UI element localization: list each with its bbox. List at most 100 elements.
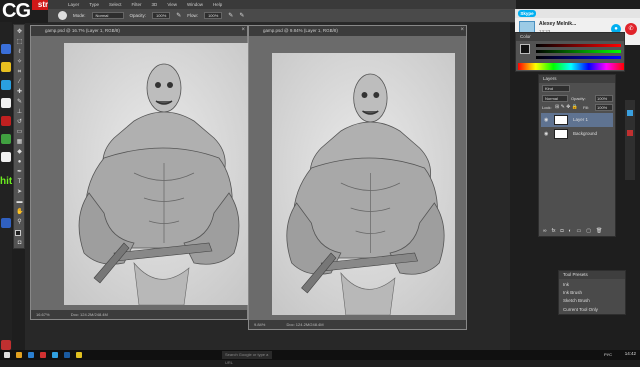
- dock-icon[interactable]: [627, 130, 633, 136]
- airbrush-icon[interactable]: ✎: [228, 12, 233, 19]
- document-2-info[interactable]: Doc: 124.2M/248.4M: [286, 322, 323, 327]
- healing-tool-icon[interactable]: ✚: [16, 89, 23, 96]
- mask-icon[interactable]: ◘: [560, 228, 563, 234]
- document-2-canvas[interactable]: [272, 53, 455, 315]
- stamp-tool-icon[interactable]: ⊥: [16, 109, 23, 116]
- layer-row[interactable]: ◉ Layer 1: [541, 113, 613, 127]
- menu-select[interactable]: Select: [109, 2, 122, 7]
- layer-row[interactable]: ◉ Background: [541, 127, 613, 141]
- language-indicator[interactable]: РУС: [604, 352, 612, 357]
- dodge-tool-icon[interactable]: ●: [16, 159, 23, 166]
- lasso-tool-icon[interactable]: ℓ: [16, 49, 23, 56]
- desktop-app-icon[interactable]: [1, 116, 11, 126]
- zoom-tool-icon[interactable]: ⚲: [16, 219, 23, 226]
- eraser-tool-icon[interactable]: ▭: [16, 129, 23, 136]
- document-window-2[interactable]: gamp.psd @ 9.84% (Layer 1, RGB/8) × 9.84…: [248, 25, 467, 330]
- quick-mask-icon[interactable]: ◘: [16, 240, 23, 247]
- taskbar-app-icon[interactable]: [52, 352, 58, 358]
- menu-view[interactable]: View: [167, 2, 177, 7]
- desktop-document-icon[interactable]: [1, 152, 11, 162]
- link-layers-icon[interactable]: ∞: [543, 228, 547, 234]
- color-panel-tab[interactable]: Color: [516, 33, 624, 41]
- document-window-1[interactable]: gamp.psd @ 16.7% (Layer 1, RGB/8) × 16.6…: [30, 25, 250, 320]
- blend-mode-select[interactable]: Normal: [542, 95, 568, 102]
- close-icon[interactable]: ×: [241, 27, 245, 33]
- pressure-opacity-icon[interactable]: ✎: [176, 12, 181, 19]
- document-1-info[interactable]: Doc: 124.2M/248.4M: [71, 312, 108, 317]
- trash-icon[interactable]: 🗑: [596, 228, 602, 234]
- menu-type[interactable]: Type: [89, 2, 99, 7]
- eyedropper-tool-icon[interactable]: ⁄: [16, 79, 23, 86]
- document-2-title[interactable]: gamp.psd @ 9.84% (Layer 1, RGB/8): [249, 26, 466, 36]
- preset-item[interactable]: Ink: [563, 282, 569, 287]
- blur-tool-icon[interactable]: ◆: [16, 149, 23, 156]
- start-icon[interactable]: [4, 352, 10, 358]
- taskbar-app-icon[interactable]: [64, 352, 70, 358]
- visibility-eye-icon[interactable]: ◉: [544, 113, 548, 127]
- fill-input[interactable]: 100%: [595, 104, 613, 111]
- blue-slider[interactable]: [536, 56, 621, 59]
- desktop-folder-icon[interactable]: [1, 62, 11, 72]
- color-spectrum[interactable]: [518, 63, 624, 70]
- crop-tool-icon[interactable]: ⌗: [16, 69, 23, 76]
- desktop-app-icon[interactable]: [1, 340, 11, 350]
- green-slider[interactable]: [536, 50, 621, 53]
- current-tool-only-checkbox[interactable]: Current Tool Only: [563, 307, 598, 312]
- move-tool-icon[interactable]: ✥: [16, 29, 23, 36]
- mode-select[interactable]: Normal: [91, 12, 124, 19]
- opacity-input[interactable]: 100%: [152, 12, 171, 19]
- menu-help[interactable]: Help: [213, 2, 222, 7]
- taskbar-app-icon[interactable]: [76, 352, 82, 358]
- dock-icon[interactable]: [627, 110, 633, 116]
- path-select-tool-icon[interactable]: ➤: [16, 189, 23, 196]
- layer-filter-select[interactable]: Kind: [542, 85, 570, 92]
- search-input[interactable]: Search Google or type a URL: [222, 351, 272, 365]
- brush-tool-icon[interactable]: ✎: [16, 99, 23, 106]
- marquee-tool-icon[interactable]: ⬚: [16, 39, 23, 46]
- desktop-app-icon[interactable]: [1, 44, 11, 54]
- document-1-canvas[interactable]: [64, 43, 250, 305]
- brush-preset-icon[interactable]: [58, 11, 67, 20]
- taskbar-app-icon[interactable]: [28, 352, 34, 358]
- foreground-color-swatch[interactable]: [15, 230, 21, 236]
- foreground-swatch[interactable]: [520, 44, 530, 54]
- hang-up-icon[interactable]: ✆: [625, 23, 637, 35]
- document-1-title[interactable]: gamp.psd @ 16.7% (Layer 1, RGB/8): [31, 26, 247, 36]
- taskbar-app-icon[interactable]: [16, 352, 22, 358]
- pen-tool-icon[interactable]: ✒: [16, 169, 23, 176]
- pressure-size-icon[interactable]: ✎: [239, 12, 244, 19]
- adjustment-icon[interactable]: ◐: [569, 228, 572, 234]
- layers-panel-tab[interactable]: Layers: [539, 75, 615, 83]
- taskbar-app-icon[interactable]: [40, 352, 46, 358]
- menu-3d[interactable]: 3D: [152, 2, 158, 7]
- layer-opacity-input[interactable]: 100%: [595, 95, 613, 102]
- close-icon[interactable]: ×: [460, 27, 464, 33]
- preset-item[interactable]: Ink Brush: [563, 290, 582, 295]
- desktop-app-icon[interactable]: [1, 134, 11, 144]
- visibility-eye-icon[interactable]: ◉: [544, 127, 548, 141]
- quick-select-tool-icon[interactable]: ✧: [16, 59, 23, 66]
- document-2-zoom[interactable]: 9.84%: [254, 322, 265, 327]
- gradient-tool-icon[interactable]: ▦: [16, 139, 23, 146]
- new-layer-icon[interactable]: ▢: [586, 228, 591, 234]
- clock[interactable]: 14:42: [625, 351, 636, 356]
- fx-icon[interactable]: fx: [552, 228, 556, 234]
- red-slider[interactable]: [536, 44, 621, 47]
- menu-layer[interactable]: Layer: [68, 2, 79, 7]
- document-1-zoom[interactable]: 16.67%: [36, 312, 50, 317]
- tool-presets-tab[interactable]: Tool Presets: [559, 271, 625, 279]
- lock-icon[interactable]: ⊞ ✎ ✥ 🔒: [555, 104, 578, 110]
- desktop-app-icon[interactable]: [1, 218, 11, 228]
- preset-item[interactable]: Sketch Brush: [563, 298, 590, 303]
- menu-window[interactable]: Window: [187, 2, 203, 7]
- layer-name[interactable]: Background: [573, 131, 597, 136]
- layer-name[interactable]: Layer 1: [573, 117, 588, 122]
- hand-tool-icon[interactable]: ✋: [16, 209, 23, 216]
- desktop-document-icon[interactable]: [1, 98, 11, 108]
- flow-input[interactable]: 100%: [204, 12, 223, 19]
- history-brush-tool-icon[interactable]: ↺: [16, 119, 23, 126]
- desktop-app-icon[interactable]: [1, 80, 11, 90]
- shape-tool-icon[interactable]: ▬: [16, 199, 23, 206]
- group-icon[interactable]: ▭: [577, 228, 582, 234]
- menu-filter[interactable]: Filter: [132, 2, 142, 7]
